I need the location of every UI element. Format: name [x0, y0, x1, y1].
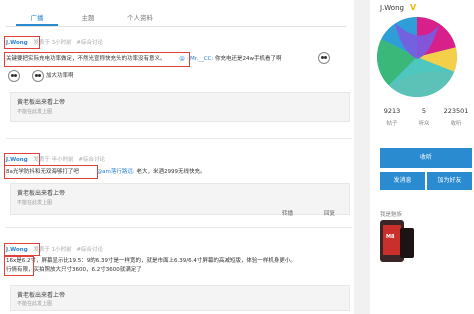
phone-image: [400, 228, 414, 258]
follow-button[interactable]: 收听: [380, 148, 472, 168]
post-time: 发表于 3小时前: [33, 40, 72, 46]
quote-subtitle: 不能在此发上图: [17, 109, 53, 115]
tab-profile[interactable]: 个人资料: [114, 10, 166, 26]
stat-following[interactable]: 223501 收听: [440, 107, 472, 127]
tab-broadcast[interactable]: 广播: [16, 10, 58, 26]
post-author[interactable]: J.Wong: [6, 247, 28, 253]
post-topic[interactable]: #综合讨论: [76, 40, 103, 46]
post-text: 16x是6.2寸，屏幕显示比19.5：9的6.39寸是一样宽的，就是市面上6.3…: [6, 258, 296, 264]
quote-title: 黄老板出来看上帝: [17, 292, 66, 299]
post-author[interactable]: J.Wong: [6, 157, 28, 163]
post-time: 发表于 1小时前: [33, 247, 72, 253]
quoted-post[interactable]: 黄老板出来看上帝 不能在此发上图: [10, 92, 350, 122]
emoji-panda-icon: [318, 52, 330, 64]
feed-post: J.Wong 发表于 1小时前 #综合讨论 16x是6.2寸，屏幕显示比19.5…: [4, 243, 352, 314]
emoji-panda-icon: [32, 70, 44, 82]
profile-name[interactable]: J.Wong: [380, 4, 404, 12]
post-divider: [6, 227, 352, 228]
verified-badge-icon: V: [410, 3, 417, 12]
profile-sidebar: J.Wong V 9213 帖子 5 听众 223501 收听 收听 发消息 加…: [370, 0, 474, 314]
stat-listeners[interactable]: 5 听众: [408, 107, 440, 127]
quoted-post[interactable]: 黄老板出来看上帝 不能在此发上图: [10, 285, 350, 311]
device-logo: M8: [386, 234, 395, 240]
add-friend-button[interactable]: 加为好友: [427, 172, 472, 190]
send-message-button[interactable]: 发消息: [380, 172, 425, 190]
post-text-line2: 加大功率啊: [46, 73, 74, 79]
reply-button[interactable]: 回复: [324, 209, 335, 217]
device-label: 我是魅族: [380, 212, 403, 218]
mention-link[interactable]: @ · Mr.__CC:: [179, 56, 213, 62]
tab-topics[interactable]: 主题: [68, 10, 108, 26]
feed-panel: 广播 主题 个人资料 J.Wong 发表于 3小时前 #综合讨论 关键要把实际充…: [0, 0, 354, 314]
post-divider: [6, 138, 352, 139]
quoted-post[interactable]: 黄老板出来看上帝 不能在此发上图: [10, 183, 350, 215]
feed-post: J.Wong 发表于 3小时前 #综合讨论 关键要把实际充电功率做足，不然光宣称…: [4, 36, 352, 139]
post-header: J.Wong 发表于 3小时前 #综合讨论: [6, 38, 103, 48]
post-header: J.Wong 发表于 1小时前 #综合讨论: [6, 245, 103, 255]
feed-post: J.Wong 发表于 半小时前 #综合讨论 8a光学防抖和无双海够打了吧 @am…: [4, 153, 352, 228]
post-text: 8a光学防抖和无双海够打了吧 @am落行路远: 老大，米酒2999无线快充。: [6, 169, 206, 175]
quote-title: 黄老板出来看上帝: [17, 99, 66, 106]
emoji-panda-icon: [8, 70, 20, 82]
stat-posts[interactable]: 9213 帖子: [376, 107, 408, 127]
post-author[interactable]: J.Wong: [6, 40, 28, 46]
quote-title: 黄老板出来看上帝: [17, 190, 66, 197]
post-text: 关键要把实际充电功率做足，不然光宣称快充头的功率没有意义。 @ · Mr.__C…: [6, 56, 282, 62]
avatar[interactable]: [377, 17, 457, 97]
post-topic[interactable]: #综合讨论: [78, 157, 105, 163]
post-text-line2: 行情有限，买拍照放大只寸3600，6.2寸3600就满足了: [6, 267, 142, 273]
mention-link[interactable]: @am落行路远:: [97, 169, 135, 175]
quote-subtitle: 不能在此发上图: [17, 200, 53, 206]
profile-stats: 9213 帖子 5 听众 223501 收听: [376, 107, 472, 129]
quote-subtitle: 不能在此发上图: [17, 301, 53, 307]
post-header: J.Wong 发表于 半小时前 #综合讨论: [6, 155, 105, 165]
tab-divider: [6, 26, 346, 27]
post-time: 发表于 半小时前: [33, 157, 74, 163]
repost-button[interactable]: 转播: [282, 209, 293, 217]
post-topic[interactable]: #综合讨论: [76, 247, 103, 253]
